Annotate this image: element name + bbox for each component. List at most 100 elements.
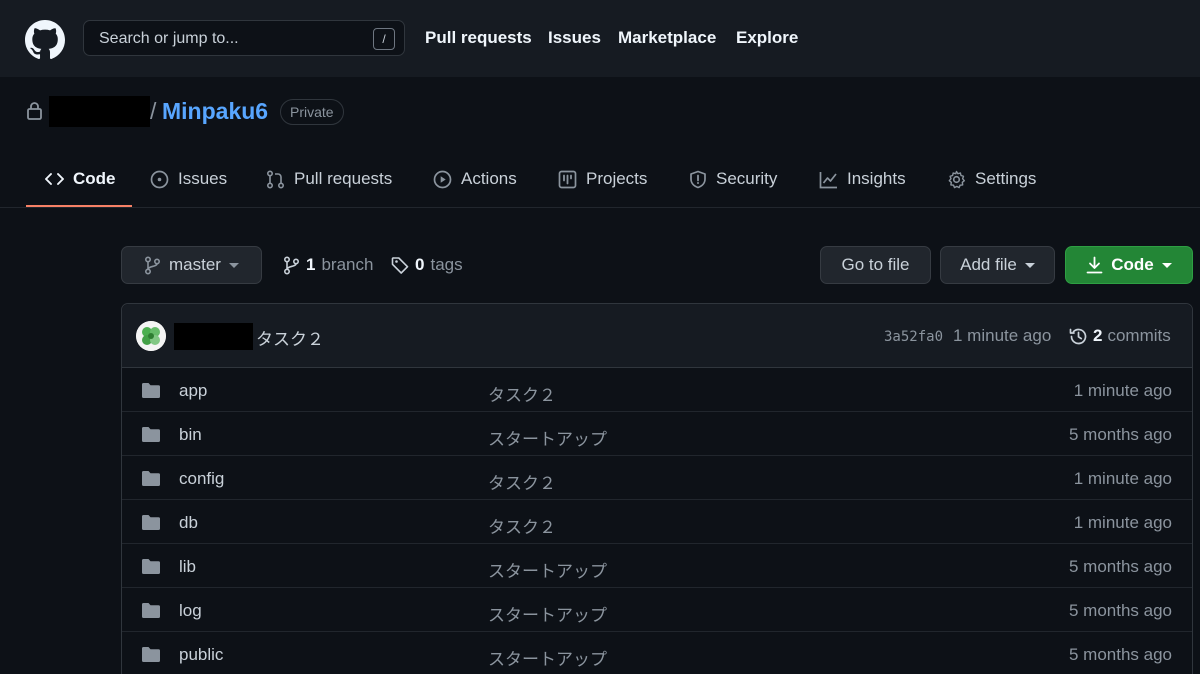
redacted-owner-name [49, 96, 150, 127]
repo-name-link[interactable]: Minpaku6 [162, 98, 268, 125]
graph-icon [819, 170, 838, 189]
tab-label: Projects [586, 169, 648, 188]
code-download-button[interactable]: Code [1065, 246, 1193, 284]
tab-pull-requests[interactable]: Pull requests [266, 166, 392, 192]
nav-issues[interactable]: Issues [548, 28, 601, 48]
tab-label: Actions [461, 169, 517, 188]
file-commit-time: 1 minute ago [1073, 381, 1172, 400]
chevron-down-icon [1024, 262, 1035, 268]
folder-icon [141, 602, 161, 619]
file-row[interactable]: db タスク２ 1 minute ago [122, 500, 1192, 544]
git-branch-icon [283, 255, 300, 275]
file-commit-time: 5 months ago [1068, 601, 1172, 620]
file-row[interactable]: config タスク２ 1 minute ago [122, 456, 1192, 500]
tag-label: tags [430, 255, 463, 274]
file-row[interactable]: log スタートアップ 5 months ago [122, 588, 1192, 632]
code-button-label: Code [1111, 255, 1154, 274]
file-commit-message-link[interactable]: タスク２ [488, 381, 556, 406]
add-file-button[interactable]: Add file [940, 246, 1055, 284]
file-name-link[interactable]: db [179, 513, 198, 533]
github-logo-icon[interactable] [25, 20, 65, 60]
tab-settings[interactable]: Settings [947, 166, 1036, 192]
file-commit-message-link[interactable]: タスク２ [488, 469, 556, 494]
file-commit-message-link[interactable]: スタートアップ [488, 557, 607, 582]
slash-shortcut-key: / [373, 28, 395, 50]
folder-icon [141, 558, 161, 575]
play-icon [433, 170, 452, 189]
file-name-link[interactable]: app [179, 381, 207, 401]
tab-label: Pull requests [294, 169, 393, 188]
folder-icon [141, 382, 161, 399]
file-commit-time: 5 months ago [1068, 425, 1172, 444]
go-to-file-label: Go to file [841, 255, 910, 274]
visibility-badge: Private [280, 99, 344, 125]
file-name-link[interactable]: config [179, 469, 224, 489]
nav-pull-requests[interactable]: Pull requests [425, 28, 532, 48]
tags-link[interactable]: 0 tags [391, 255, 463, 275]
git-branch-icon [144, 255, 161, 275]
file-name-link[interactable]: log [179, 601, 202, 621]
avatar[interactable] [136, 321, 166, 351]
folder-icon [141, 514, 161, 531]
branch-label: branch [321, 255, 374, 274]
folder-icon [141, 646, 161, 663]
download-icon [1086, 256, 1103, 274]
file-browser: タスク２ 3a52fa0 1 minute ago 2 commits app … [121, 303, 1193, 674]
tabs-divider [0, 207, 1200, 208]
repo-path-separator: / [150, 98, 157, 124]
file-row[interactable]: bin スタートアップ 5 months ago [122, 412, 1192, 456]
latest-commit-message[interactable]: タスク２ [256, 325, 324, 350]
file-commit-message-link[interactable]: スタートアップ [488, 601, 607, 626]
redacted-author-name [174, 323, 253, 350]
tab-security[interactable]: Security [689, 166, 777, 192]
tab-projects[interactable]: Projects [558, 166, 647, 192]
file-name-link[interactable]: bin [179, 425, 202, 445]
branch-name: master [169, 255, 221, 274]
file-commit-time: 5 months ago [1068, 645, 1172, 664]
tab-label: Issues [178, 169, 228, 188]
tab-insights[interactable]: Insights [819, 166, 906, 192]
tab-code[interactable]: Code [45, 166, 116, 192]
folder-icon [141, 426, 161, 443]
tab-label: Settings [975, 169, 1037, 188]
latest-commit-time: 1 minute ago [953, 326, 1052, 345]
file-row[interactable]: public スタートアップ 5 months ago [122, 632, 1192, 674]
issue-opened-icon [150, 170, 169, 189]
file-commit-message-link[interactable]: スタートアップ [488, 645, 607, 670]
commit-count: 2 [1093, 326, 1103, 345]
tag-count: 0 [415, 255, 425, 274]
tab-actions[interactable]: Actions [433, 166, 517, 192]
go-to-file-button[interactable]: Go to file [820, 246, 931, 284]
tab-label: Code [73, 169, 116, 188]
file-commit-message-link[interactable]: スタートアップ [488, 425, 607, 450]
history-icon [1069, 327, 1088, 346]
nav-marketplace[interactable]: Marketplace [618, 28, 716, 48]
commits-history-link[interactable]: 2 commits [1069, 326, 1171, 346]
gear-icon [947, 170, 966, 189]
file-row[interactable]: app タスク２ 1 minute ago [122, 368, 1192, 412]
file-name-link[interactable]: public [179, 645, 223, 665]
tab-label: Security [716, 169, 778, 188]
latest-commit-hash[interactable]: 3a52fa0 [884, 329, 943, 345]
branch-count: 1 [306, 255, 316, 274]
search-input[interactable]: Search or jump to... / [83, 20, 405, 56]
branch-selector-button[interactable]: master [121, 246, 262, 284]
file-commit-message-link[interactable]: タスク２ [488, 513, 556, 538]
global-header: Search or jump to... / Pull requests Iss… [0, 0, 1200, 77]
shield-icon [689, 170, 707, 189]
chevron-down-icon [228, 262, 239, 268]
tab-issues[interactable]: Issues [150, 166, 227, 192]
tab-label: Insights [847, 169, 906, 188]
chevron-down-icon [1161, 262, 1172, 268]
nav-explore[interactable]: Explore [736, 28, 798, 48]
file-row[interactable]: lib スタートアップ 5 months ago [122, 544, 1192, 588]
folder-icon [141, 470, 161, 487]
file-commit-time: 1 minute ago [1073, 513, 1172, 532]
tag-icon [391, 256, 409, 274]
file-name-link[interactable]: lib [179, 557, 196, 577]
file-commit-time: 5 months ago [1068, 557, 1172, 576]
code-icon [45, 172, 64, 186]
branches-link[interactable]: 1 branch [283, 255, 373, 275]
latest-commit-bar: タスク２ 3a52fa0 1 minute ago 2 commits [122, 304, 1192, 368]
commit-label: commits [1107, 326, 1171, 345]
